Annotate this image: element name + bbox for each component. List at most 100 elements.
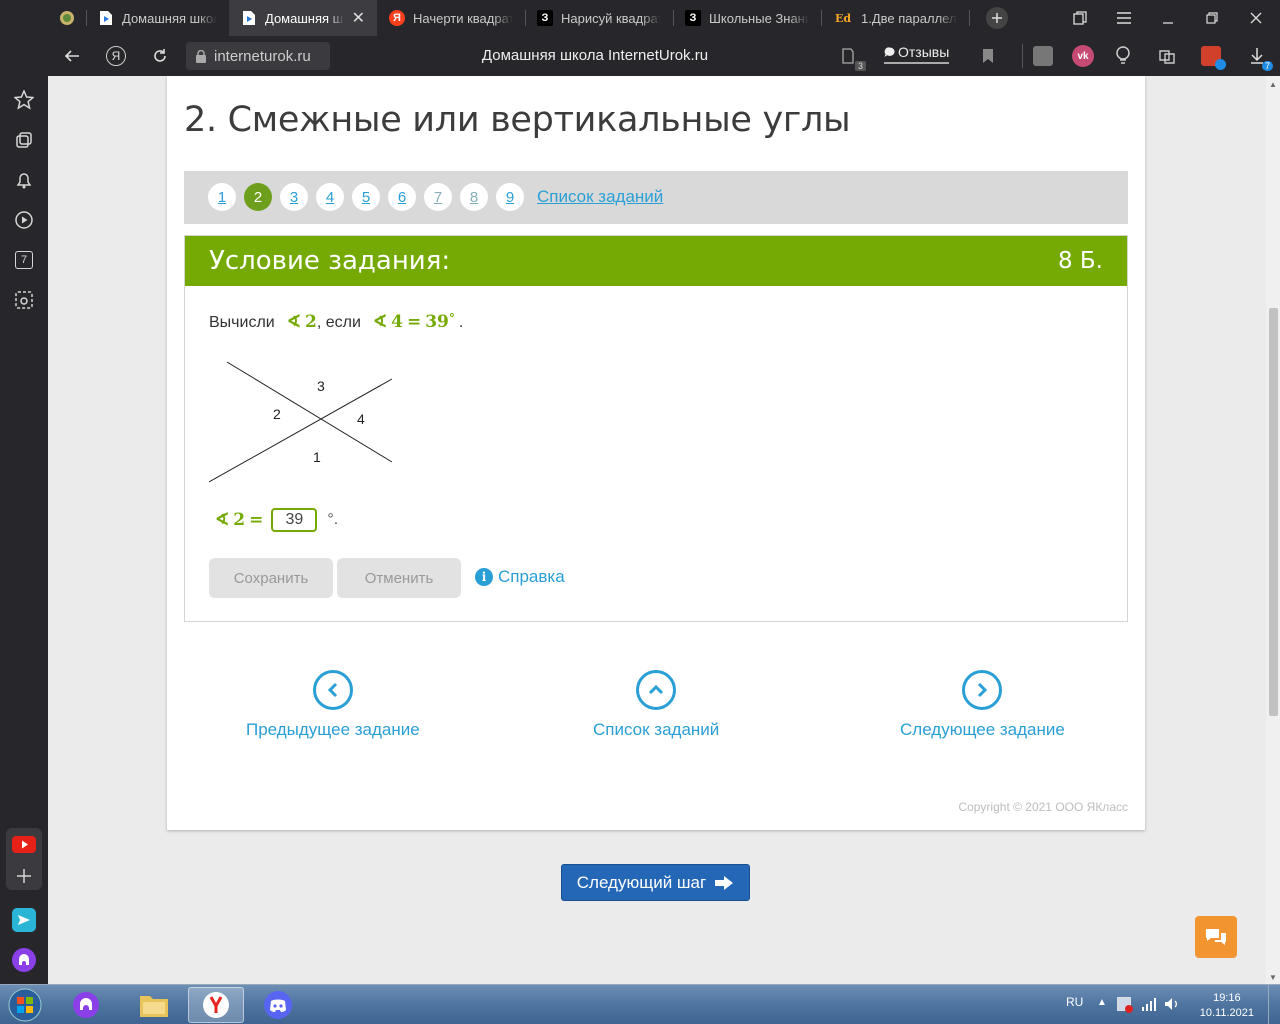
youtube-icon[interactable] <box>12 832 36 856</box>
next-task-link[interactable]: Следующее задание <box>900 670 1065 740</box>
tab-title: Школьные Знания <box>709 10 809 26</box>
start-button[interactable] <box>0 987 50 1023</box>
tab-3[interactable]: З Нарисуй квадрат <box>525 0 673 36</box>
browser-sidebar: 7 <box>0 0 48 984</box>
task-header-title: Условие задания: <box>209 246 451 276</box>
action-center-flag-icon[interactable] <box>1117 997 1133 1013</box>
line-a <box>226 361 393 463</box>
tabs-overview-button[interactable] <box>1058 0 1102 36</box>
reviews-button[interactable]: Отзывы <box>884 44 950 64</box>
next-step-button[interactable]: Следующий шаг <box>561 864 750 901</box>
cancel-button[interactable]: Отменить <box>337 558 461 598</box>
answer-equals: = <box>249 510 264 530</box>
taskbar-explorer[interactable] <box>126 987 182 1023</box>
taskbar-clock[interactable]: 19:16 10.11.2021 <box>1200 991 1254 1021</box>
close-tab-icon[interactable]: ✕ <box>352 8 365 28</box>
tab-5[interactable]: Ed 1.Две параллельные <box>821 0 969 36</box>
tab-4[interactable]: З Школьные Знания <box>673 0 821 36</box>
help-label: Справка <box>498 567 565 586</box>
bookmarks-star-icon[interactable] <box>12 88 36 112</box>
minimize-button[interactable] <box>1146 0 1190 36</box>
close-window-button[interactable] <box>1234 0 1278 36</box>
user-extension-icon[interactable] <box>1199 44 1226 70</box>
translate-extension-icon[interactable] <box>1155 44 1179 68</box>
angle-label-3: 3 <box>317 378 325 394</box>
pager-item-4[interactable]: 4 <box>316 183 344 211</box>
copyright: Copyright © 2021 ООО ЯКласс <box>958 800 1128 814</box>
task-list-link[interactable]: Список заданий <box>537 187 663 207</box>
video-play-icon[interactable] <box>12 208 36 232</box>
pinned-site-icon <box>60 11 74 25</box>
url-field[interactable]: interneturok.ru <box>186 42 330 70</box>
discord-icon <box>264 991 292 1019</box>
vk-extension-icon[interactable]: vk <box>1071 44 1095 68</box>
downloads-badge: 7 <box>1261 61 1273 71</box>
pager-item-8[interactable]: 8 <box>460 183 488 211</box>
reload-icon[interactable] <box>148 44 172 68</box>
calendar-icon[interactable]: 7 <box>12 248 36 272</box>
url-text: interneturok.ru <box>214 47 311 65</box>
next-task-label: Следующее задание <box>900 720 1065 739</box>
taskbar-alice[interactable] <box>58 987 114 1023</box>
task-list-nav-link[interactable]: Список заданий <box>593 670 719 740</box>
lightbulb-extension-icon[interactable] <box>1111 44 1135 68</box>
answer-row: ∢ 2 = °. <box>215 508 338 532</box>
input-language[interactable]: RU <box>1066 995 1083 1009</box>
scrollbar-thumb[interactable] <box>1269 308 1278 716</box>
alice-icon <box>73 992 99 1018</box>
close-icon <box>1250 12 1262 24</box>
new-tab-button[interactable] <box>975 0 1019 36</box>
doc-play-icon <box>98 10 114 26</box>
hamburger-icon <box>1117 12 1131 24</box>
pager-item-9[interactable]: 9 <box>496 183 524 211</box>
scroll-down-arrow-icon[interactable]: ▼ <box>1269 973 1277 982</box>
screenshot-camera-icon[interactable] <box>12 288 36 312</box>
volume-speaker-icon[interactable] <box>1164 997 1180 1016</box>
pager-item-3[interactable]: 3 <box>280 183 308 211</box>
yandex-icon: Я <box>389 10 405 26</box>
tab-counter-icon[interactable]: 3 <box>836 44 866 71</box>
pager-item-6[interactable]: 6 <box>388 183 416 211</box>
bookmark-icon[interactable] <box>976 44 1000 68</box>
chat-bubbles-icon <box>1206 929 1226 945</box>
downloads-icon[interactable]: 7 <box>1245 44 1273 71</box>
tab-1-active[interactable]: Домашняя школа ✕ <box>229 0 377 36</box>
messenger-app-icon[interactable] <box>12 908 36 932</box>
angle-symbol: ∢ <box>286 312 301 332</box>
answer-input[interactable] <box>271 508 318 532</box>
tab-pinned[interactable] <box>48 0 86 36</box>
taskbar-yandex-browser[interactable] <box>188 987 244 1023</box>
collections-icon[interactable] <box>12 128 36 152</box>
network-signal-icon[interactable] <box>1141 997 1157 1016</box>
pager-item-2-current[interactable]: 2 <box>244 183 272 211</box>
prev-task-link[interactable]: Предыдущее задание <box>246 670 420 740</box>
folder-icon <box>140 996 168 1017</box>
chat-button[interactable] <box>1195 916 1237 958</box>
notifications-bell-icon[interactable] <box>12 168 36 192</box>
restore-icon <box>1206 12 1218 24</box>
angle-symbol: ∢ <box>372 312 388 332</box>
page-scrollbar[interactable]: ▲ ▼ <box>1266 76 1280 984</box>
tab-title: 1.Две параллельные <box>861 10 957 26</box>
task-points: 8 Б. <box>1057 248 1103 274</box>
back-arrow-icon[interactable] <box>60 44 84 68</box>
restore-button[interactable] <box>1190 0 1234 36</box>
show-desktop-button[interactable] <box>1268 985 1280 1024</box>
taskbar-discord[interactable] <box>250 987 306 1023</box>
scroll-up-arrow-icon[interactable]: ▲ <box>1269 80 1277 89</box>
windows-orb-icon <box>8 988 42 1022</box>
pager-item-5[interactable]: 5 <box>352 183 380 211</box>
yandex-home-icon[interactable]: Я <box>104 44 128 68</box>
pager-item-1[interactable]: 1 <box>208 183 236 211</box>
tray-expand-icon[interactable]: ▲ <box>1097 997 1107 1008</box>
help-link[interactable]: i Справка <box>475 567 565 587</box>
alice-assistant-icon[interactable] <box>12 948 36 972</box>
menu-button[interactable] <box>1102 0 1146 36</box>
tab-2[interactable]: Я Начерти квадрат <box>377 0 525 36</box>
tab-0[interactable]: Домашняя школа <box>86 0 229 36</box>
add-app-plus-icon[interactable] <box>12 864 36 888</box>
pager-item-7[interactable]: 7 <box>424 183 452 211</box>
znanija-icon: З <box>685 10 701 26</box>
save-button[interactable]: Сохранить <box>209 558 333 598</box>
extension-image-icon[interactable] <box>1031 44 1055 68</box>
